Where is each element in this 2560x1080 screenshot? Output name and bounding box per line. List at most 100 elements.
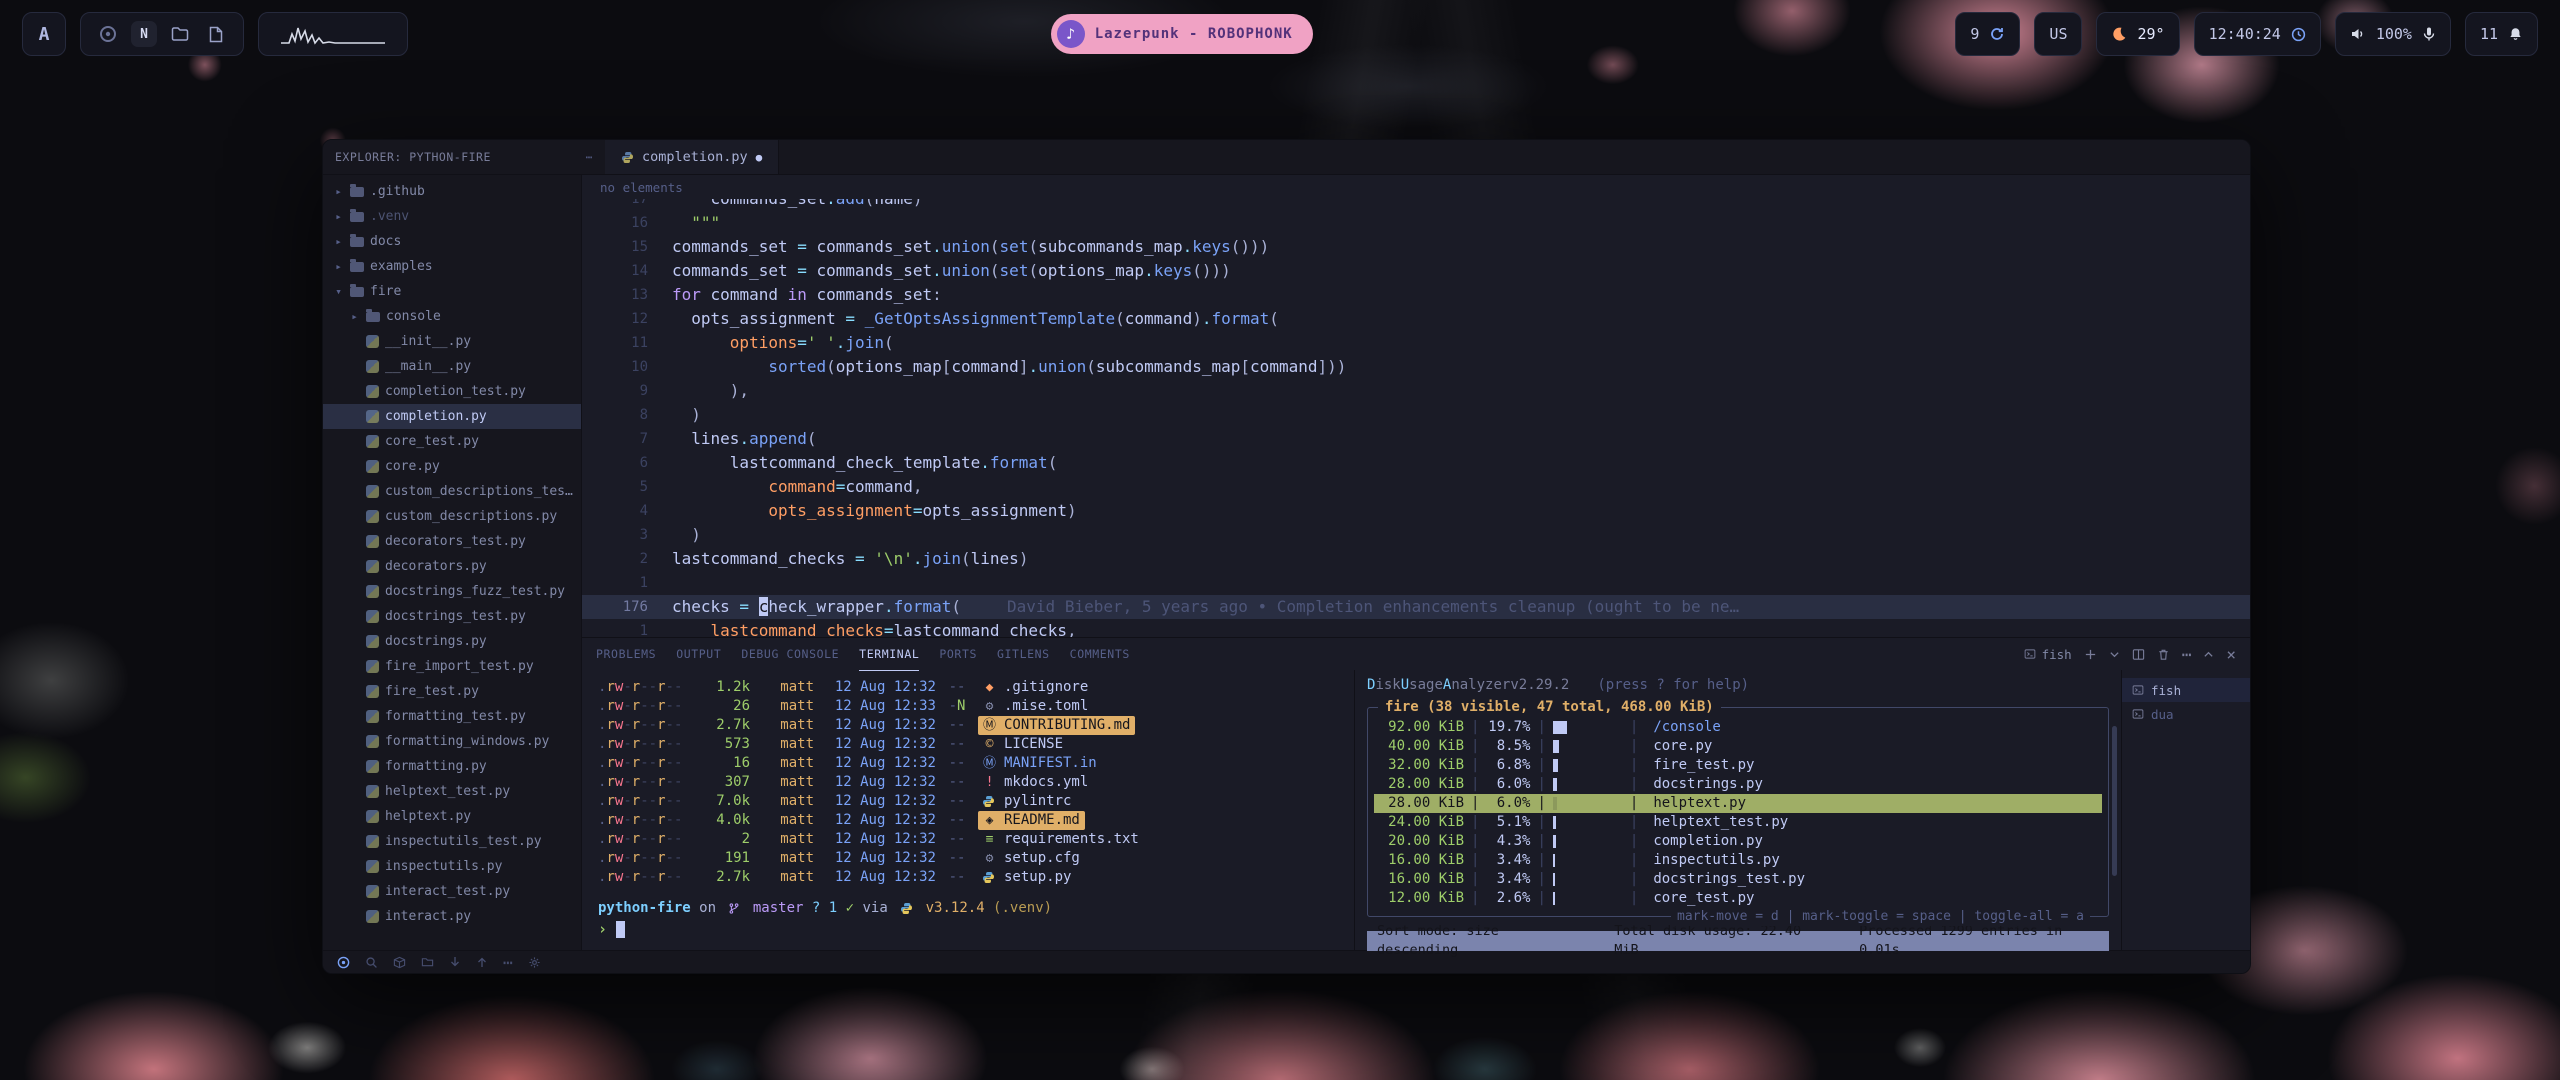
file-name[interactable]: ≡requirements.txt [978, 830, 1139, 849]
tree-file-helptext.py[interactable]: helptext.py [323, 804, 581, 829]
file-name[interactable]: pylintrc [978, 792, 1071, 811]
remote-indicator-icon[interactable] [337, 956, 350, 969]
tree-file-custom_descriptions_test.py[interactable]: custom_descriptions_test.py [323, 479, 581, 504]
dua-entry-core_test.py[interactable]: 12.00 KiB|2.6%||core_test.py [1374, 889, 2102, 908]
clock-widget[interactable]: 12:40:24 [2194, 12, 2321, 56]
code-line[interactable]: 17 commands_set.add(name) [582, 199, 2250, 211]
tree-file-custom_descriptions.py[interactable]: custom_descriptions.py [323, 504, 581, 529]
disc-icon[interactable] [95, 21, 121, 47]
disk-usage-analyzer[interactable]: Disk Usage Analyzer v2.29.2(press ? for … [1354, 670, 2121, 950]
code-line[interactable]: 16 """ [582, 211, 2250, 235]
file-name[interactable]: setup.py [978, 868, 1071, 887]
code-line[interactable]: 13for command in commands_set: [582, 283, 2250, 307]
code-line[interactable]: 176checks = check_wrapper.format(David B… [582, 595, 2250, 619]
dua-entry-helptext_test.py[interactable]: 24.00 KiB|5.1%||helptext_test.py [1374, 813, 2102, 832]
dua-entry-docstrings_test.py[interactable]: 16.00 KiB|3.4%||docstrings_test.py [1374, 870, 2102, 889]
modified-dot-icon[interactable]: ● [756, 151, 763, 164]
file-name[interactable]: !mkdocs.yml [978, 773, 1088, 792]
shell-input-line[interactable]: › [598, 920, 1354, 939]
tree-file-__init__.py[interactable]: __init__.py [323, 329, 581, 354]
code-line[interactable]: 5 command=command, [582, 475, 2250, 499]
panel-tab-output[interactable]: OUTPUT [676, 638, 721, 671]
keyboard-layout-widget[interactable]: US [2034, 12, 2082, 56]
n-badge-icon[interactable]: N [131, 21, 157, 47]
code-line[interactable]: 4 opts_assignment=opts_assignment) [582, 499, 2250, 523]
file-name[interactable]: ⚙.mise.toml [978, 697, 1088, 716]
more-icon[interactable]: ⋯ [503, 953, 513, 972]
explorer-more-icon[interactable]: ⋯ [586, 150, 593, 164]
panel-more-icon[interactable]: ⋯ [2182, 645, 2192, 664]
tree-file-formatting_test.py[interactable]: formatting_test.py [323, 704, 581, 729]
weather-widget[interactable]: 29° [2096, 12, 2179, 56]
explorer-sidebar[interactable]: ▸.github▸.venv▸docs▸examples▾fire▸consol… [323, 175, 582, 950]
tree-file-docstrings.py[interactable]: docstrings.py [323, 629, 581, 654]
breadcrumb[interactable]: no elements [582, 175, 2250, 199]
tree-file-decorators.py[interactable]: decorators.py [323, 554, 581, 579]
dua-scrollbar[interactable] [2112, 726, 2117, 876]
code-line[interactable]: 14commands_set = commands_set.union(set(… [582, 259, 2250, 283]
dua-entry-fire_test.py[interactable]: 32.00 KiB|6.8%||fire_test.py [1374, 756, 2102, 775]
code-line[interactable]: 3 ) [582, 523, 2250, 547]
audio-visualizer[interactable] [258, 12, 408, 56]
tree-file-interact.py[interactable]: interact.py [323, 904, 581, 929]
dua-entry-console[interactable]: 92.00 KiB|19.7%||/console [1374, 718, 2102, 737]
tree-folder-console[interactable]: ▸console [323, 304, 581, 329]
tree-folder-docs[interactable]: ▸docs [323, 229, 581, 254]
chevron-down-icon[interactable] [2109, 649, 2120, 660]
panel-tab-comments[interactable]: COMMENTS [1070, 638, 1130, 671]
close-panel-icon[interactable]: × [2226, 645, 2236, 664]
terminal-session-dua[interactable]: dua [2122, 702, 2250, 726]
updates-widget[interactable]: 9 [1955, 12, 2020, 56]
tree-file-completion.py[interactable]: completion.py [323, 404, 581, 429]
tree-file-core_test.py[interactable]: core_test.py [323, 429, 581, 454]
tree-file-docstrings_test.py[interactable]: docstrings_test.py [323, 604, 581, 629]
code-line[interactable]: 7 lines.append( [582, 427, 2250, 451]
panel-tab-problems[interactable]: PROBLEMS [596, 638, 656, 671]
code-line[interactable]: 1 lastcommand_checks=lastcommand_checks, [582, 619, 2250, 637]
panel-tab-debug-console[interactable]: DEBUG CONSOLE [741, 638, 839, 671]
launcher-button[interactable]: A [22, 12, 66, 56]
dua-entry-inspectutils.py[interactable]: 16.00 KiB|3.4%||inspectutils.py [1374, 851, 2102, 870]
tree-folder-.venv[interactable]: ▸.venv [323, 204, 581, 229]
tree-file-inspectutils.py[interactable]: inspectutils.py [323, 854, 581, 879]
panel-tab-terminal[interactable]: TERMINAL [859, 638, 919, 671]
tree-file-core.py[interactable]: core.py [323, 454, 581, 479]
file-name[interactable]: ◈README.md [978, 811, 1085, 830]
terminal[interactable]: .rw-r--r--1.2kmatt12 Aug 12:32--◆.gitign… [582, 670, 1354, 950]
code-line[interactable]: 2lastcommand_checks = '\n'.join(lines) [582, 547, 2250, 571]
file-name[interactable]: ⓂCONTRIBUTING.md [978, 716, 1135, 735]
tree-file-helptext_test.py[interactable]: helptext_test.py [323, 779, 581, 804]
code-line[interactable]: 15commands_set = commands_set.union(set(… [582, 235, 2250, 259]
file-name[interactable]: ⚙setup.cfg [978, 849, 1080, 868]
tree-file-decorators_test.py[interactable]: decorators_test.py [323, 529, 581, 554]
code-line[interactable]: 6 lastcommand_check_template.format( [582, 451, 2250, 475]
tree-folder-.github[interactable]: ▸.github [323, 179, 581, 204]
code-line[interactable]: 11 options=' '.join( [582, 331, 2250, 355]
code-line[interactable]: 12 opts_assignment = _GetOptsAssignmentT… [582, 307, 2250, 331]
code-editor[interactable]: 17 commands_set.add(name)16 """15command… [582, 199, 2250, 637]
tree-file-formatting.py[interactable]: formatting.py [323, 754, 581, 779]
file-name[interactable]: ©LICENSE [978, 735, 1063, 754]
dua-entry-core.py[interactable]: 40.00 KiB|8.5%||core.py [1374, 737, 2102, 756]
code-line[interactable]: 1 [582, 571, 2250, 595]
panel-tab-gitlens[interactable]: GITLENS [997, 638, 1050, 671]
arrow-down-icon[interactable] [449, 956, 461, 968]
file-name[interactable]: ◆.gitignore [978, 678, 1088, 697]
kill-terminal-icon[interactable] [2157, 648, 2170, 661]
terminal-profile[interactable]: fish [2024, 647, 2072, 662]
package-icon[interactable] [393, 956, 406, 969]
now-playing[interactable]: ♪ Lazerpunk - ROBOPHONK [1051, 14, 1313, 54]
volume-widget[interactable]: 100% [2335, 12, 2451, 56]
file-name[interactable]: ⓂMANIFEST.in [978, 754, 1097, 773]
new-terminal-icon[interactable] [2084, 648, 2097, 661]
code-line[interactable]: 9 ), [582, 379, 2250, 403]
tree-file-formatting_windows.py[interactable]: formatting_windows.py [323, 729, 581, 754]
code-line[interactable]: 8 ) [582, 403, 2250, 427]
tree-file-fire_import_test.py[interactable]: fire_import_test.py [323, 654, 581, 679]
split-terminal-icon[interactable] [2132, 648, 2145, 661]
tree-file-fire_test.py[interactable]: fire_test.py [323, 679, 581, 704]
code-line[interactable]: 10 sorted(options_map[command].union(sub… [582, 355, 2250, 379]
tree-file-__main__.py[interactable]: __main__.py [323, 354, 581, 379]
tree-folder-fire[interactable]: ▾fire [323, 279, 581, 304]
dua-entry-helptext.py[interactable]: 28.00 KiB|6.0%||helptext.py [1374, 794, 2102, 813]
